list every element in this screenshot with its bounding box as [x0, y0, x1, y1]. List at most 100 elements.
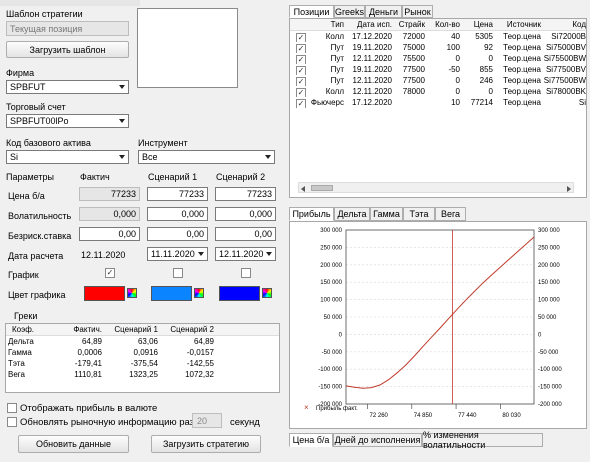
- account-select[interactable]: SPBFUT00lPo: [6, 114, 129, 128]
- graph-s1-checkbox[interactable]: [173, 268, 183, 278]
- tab-greeks[interactable]: Greeks: [334, 5, 365, 18]
- auto-update-checkbox[interactable]: [7, 417, 17, 427]
- row-checkbox[interactable]: ✓: [296, 66, 306, 75]
- row-checkbox[interactable]: ✓: [296, 88, 306, 97]
- date-s1-picker[interactable]: 11.11.2020: [147, 247, 208, 261]
- color-s1-swatch[interactable]: [151, 286, 192, 301]
- tab-delta[interactable]: Дельта: [334, 207, 370, 221]
- y-tick-label-right: 200 000: [538, 263, 560, 269]
- greeks-col-header: Сценарий 2: [162, 324, 218, 336]
- scroll-thumb[interactable]: [311, 185, 333, 191]
- cell: 19.11.2020: [352, 43, 392, 52]
- profit-chart: 300 000 300 000 250 000 250 000 200 000 200 0…: [304, 228, 562, 419]
- positions-table-area: Тип Дата исп. Страйк Кол-во Цена Источни…: [289, 18, 587, 198]
- base-asset-label: Код базового актива: [6, 138, 91, 148]
- palette-icon[interactable]: [127, 288, 137, 298]
- cell: 77500: [402, 65, 425, 74]
- graph-label: График: [8, 270, 39, 280]
- color-s2-swatch[interactable]: [219, 286, 260, 301]
- tab-money[interactable]: Деньги: [365, 5, 402, 18]
- row-checkbox[interactable]: ✓: [296, 44, 306, 53]
- row-checkbox[interactable]: ✓: [296, 33, 306, 42]
- cell: -50: [448, 65, 460, 74]
- update-interval-field[interactable]: 20: [192, 413, 222, 428]
- vol-s2-field[interactable]: 0,000: [215, 207, 276, 221]
- table-row[interactable]: ✓ Пут 12.11.2020 77500 0 246 Теор.цена Si77500B…: [290, 75, 586, 86]
- palette-icon[interactable]: [194, 288, 204, 298]
- cell: [394, 97, 427, 108]
- date-s2-picker[interactable]: 12.11.2020: [215, 247, 276, 261]
- cell: 77500: [402, 76, 425, 85]
- horizontal-scrollbar[interactable]: [298, 182, 574, 193]
- refresh-data-button[interactable]: Обновить данные: [18, 435, 129, 453]
- tab-profit[interactable]: Прибыль: [289, 207, 334, 221]
- row-checkbox[interactable]: ✓: [296, 55, 306, 64]
- rate-s2-field[interactable]: 0,00: [215, 227, 276, 241]
- tab-days-to-expiry[interactable]: Дней до исполнения: [333, 433, 422, 447]
- col-header[interactable]: Цена: [462, 19, 495, 31]
- base-asset-select[interactable]: Si: [6, 150, 129, 164]
- table-row: Вега 1110,81 1323,25 1072,32: [6, 369, 279, 380]
- col-header[interactable]: Тип: [310, 19, 346, 31]
- series-line: [345, 236, 535, 389]
- price-label: Цена б/а: [8, 191, 45, 201]
- firm-label: Фирма: [6, 68, 35, 78]
- y-tick-label-left: -50 000: [322, 350, 343, 356]
- col-header[interactable]: Код: [543, 19, 586, 31]
- cell: Пут: [330, 43, 344, 52]
- price-s2-value: 77233: [246, 189, 272, 199]
- cell: 75500: [402, 54, 425, 63]
- row-checkbox[interactable]: ✓: [296, 77, 306, 86]
- greeks-col-header: Коэф.: [6, 324, 58, 336]
- table-row[interactable]: ✓ Фьючерс 17.12.2020 10 77214 Теор.цена Si: [290, 97, 586, 108]
- table-row[interactable]: ✓ Пут 19.11.2020 75000 100 92 Теор.цена Si75000…: [290, 42, 586, 53]
- scroll-left-icon[interactable]: [301, 186, 305, 192]
- cell: 40: [451, 32, 460, 41]
- table-row: Гамма 0,0006 0,0916 -0,0157: [6, 347, 279, 358]
- table-row[interactable]: ✓ Колл 12.11.2020 78000 0 0 Теор.цена Si78000BK: [290, 86, 586, 97]
- firm-select[interactable]: SPBFUT: [6, 80, 129, 94]
- tab-vega[interactable]: Вега: [435, 207, 466, 221]
- tab-underlying-price[interactable]: Цена б/а: [289, 433, 333, 447]
- color-fact-swatch[interactable]: [84, 286, 125, 301]
- tab-gamma[interactable]: Гамма: [370, 207, 403, 221]
- rate-fact-field[interactable]: 0,00: [79, 227, 140, 241]
- table-row[interactable]: ✓ Пут 12.11.2020 75500 0 0 Теор.цена Si75500BW: [290, 53, 586, 64]
- instrument-select[interactable]: Все: [138, 150, 275, 164]
- graph-fact-checkbox[interactable]: ✓: [105, 268, 115, 278]
- cell: 17.12.2020: [351, 98, 392, 107]
- load-strategy-button[interactable]: Загрузить стратегию: [151, 435, 261, 453]
- chevron-down-icon: [119, 85, 125, 89]
- cell: Теор.цена: [503, 43, 541, 52]
- tab-market[interactable]: Рынок: [402, 5, 433, 18]
- graph-s2-checkbox[interactable]: [241, 268, 251, 278]
- vol-s1-value: 0,000: [181, 209, 204, 219]
- vol-s1-field[interactable]: 0,000: [147, 207, 208, 221]
- rate-s1-field[interactable]: 0,00: [147, 227, 208, 241]
- load-template-button[interactable]: Загрузить шаблон: [6, 41, 129, 58]
- col-header[interactable]: Кол-во: [427, 19, 462, 31]
- cell: 12.11.2020: [352, 87, 392, 96]
- y-tick-label-left: 100 000: [320, 298, 342, 304]
- y-tick-label-left: 250 000: [320, 245, 342, 251]
- row-checkbox[interactable]: ✓: [296, 99, 306, 108]
- table-row[interactable]: ✓ Пут 19.11.2020 77500 -50 855 Теор.цена Si7750…: [290, 64, 586, 75]
- col-header[interactable]: Дата исп.: [346, 19, 394, 31]
- tab-theta[interactable]: Тэта: [403, 207, 435, 221]
- price-s2-field[interactable]: 77233: [215, 187, 276, 201]
- show-profit-checkbox[interactable]: [7, 403, 17, 413]
- col-header[interactable]: Страйк: [394, 19, 427, 31]
- palette-icon[interactable]: [262, 288, 272, 298]
- table-row[interactable]: ✓ Колл 17.12.2020 72000 40 5305 Теор.цена Si720…: [290, 31, 586, 42]
- tab-positions[interactable]: Позиции: [289, 5, 334, 18]
- price-s1-field[interactable]: 77233: [147, 187, 208, 201]
- scroll-right-icon[interactable]: [567, 186, 571, 192]
- greek-s1: 1323,25: [129, 370, 158, 379]
- scenario1-header: Сценарий 1: [148, 172, 198, 182]
- cell: 77214: [470, 98, 493, 107]
- cell: Теор.цена: [503, 76, 541, 85]
- col-header[interactable]: Источник: [495, 19, 543, 31]
- tab-volatility-change[interactable]: % изменения волатильности: [422, 430, 543, 450]
- cell: 0: [488, 87, 493, 96]
- template-field[interactable]: Текущая позиция: [6, 21, 129, 36]
